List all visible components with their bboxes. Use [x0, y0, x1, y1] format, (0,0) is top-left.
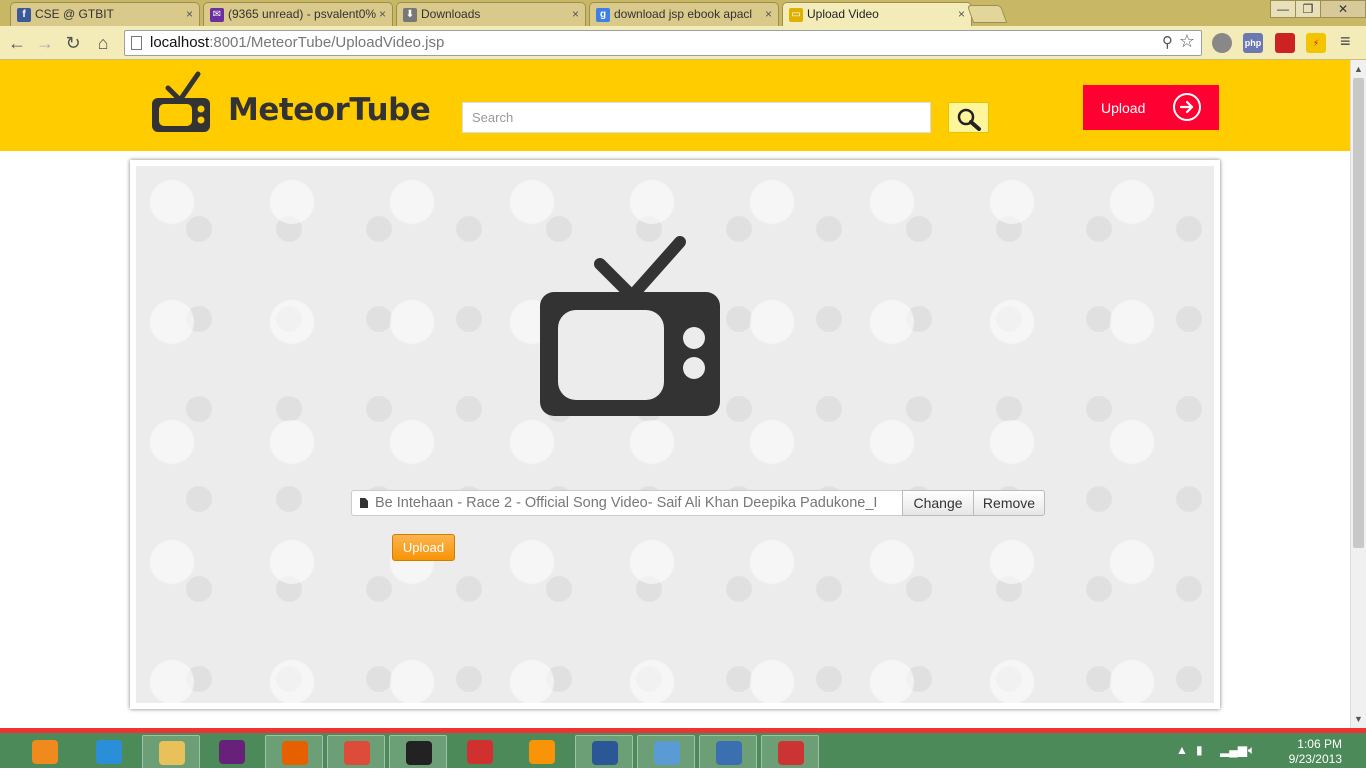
photo-viewer-icon — [654, 741, 680, 765]
php-extension-icon[interactable]: php — [1243, 33, 1263, 53]
forward-icon[interactable]: → — [34, 32, 56, 54]
arrow-right-icon — [1173, 93, 1201, 121]
search-button[interactable] — [948, 102, 989, 133]
browser-tab-title: Upload Video — [807, 7, 879, 21]
selected-file-name: Be Intehaan - Race 2 - Official Song Vid… — [375, 495, 878, 511]
browser-tab-title: download jsp ebook apacl — [614, 7, 753, 21]
change-file-button[interactable]: Change — [902, 490, 974, 516]
maximize-button[interactable]: ❐ — [1295, 0, 1321, 18]
taskbar-app-visual-studio[interactable] — [203, 735, 261, 769]
page-icon — [131, 36, 142, 50]
volume-icon[interactable]: 🔈︎ — [1248, 743, 1255, 758]
browser-tab[interactable]: ✉ (9365 unread) - psvalent0% × — [203, 2, 393, 26]
flash-extension-icon[interactable]: ⚡ — [1306, 33, 1326, 53]
url-text: localhost:8001/MeteorTube/UploadVideo.js… — [150, 34, 445, 51]
virtualbox-icon — [716, 741, 742, 765]
system-tray: ▲ ▮ ▂▄▆ 🔈︎ 1:06 PM 9/23/2013 — [1176, 733, 1366, 768]
upload-panel: Be Intehaan - Race 2 - Official Song Vid… — [130, 160, 1220, 709]
header-upload-button[interactable]: Upload — [1083, 85, 1219, 130]
site-header: MeteorTube Upload — [0, 60, 1350, 151]
taskbar-app-app-grid[interactable] — [451, 735, 509, 769]
search-icon — [957, 108, 981, 131]
word-icon — [592, 741, 618, 765]
scrollbar-thumb[interactable] — [1353, 78, 1364, 548]
clock-date[interactable]: 9/23/2013 — [1289, 752, 1342, 766]
back-icon[interactable]: ← — [6, 32, 28, 54]
xampp-icon — [529, 740, 555, 764]
taskbar-app-chrome[interactable] — [327, 735, 385, 769]
browser-tab-title: Downloads — [421, 7, 481, 21]
taskbar-app-word[interactable] — [575, 735, 633, 769]
scroll-up-icon[interactable]: ▲ — [1354, 64, 1363, 74]
tv-logo-icon[interactable] — [150, 70, 212, 134]
taskbar-app-snipping-tool[interactable] — [761, 735, 819, 769]
taskbar-app-photo-viewer[interactable] — [637, 735, 695, 769]
browser-tab-strip: f CSE @ GTBIT × ✉ (9365 unread) - psvalent0%… — [0, 0, 1366, 26]
chrome-icon — [344, 741, 370, 765]
taskbar-app-file-explorer[interactable] — [142, 735, 200, 769]
browser-tab[interactable]: ⬇ Downloads × — [396, 2, 586, 26]
close-tab-icon[interactable]: × — [186, 3, 193, 25]
internet-explorer-icon — [96, 740, 122, 764]
page-scrollbar[interactable]: ▲ ▼ — [1350, 60, 1366, 728]
browser-toolbar: ← → ↻ ⌂ localhost:8001/MeteorTube/Upload… — [0, 26, 1366, 60]
close-tab-icon[interactable]: × — [958, 3, 965, 25]
minimize-button[interactable]: — — [1270, 0, 1296, 18]
upload-submit-button[interactable]: Upload — [392, 534, 455, 561]
close-tab-icon[interactable]: × — [572, 3, 579, 25]
taskbar-app-mysql-console[interactable] — [389, 735, 447, 769]
browser-tab[interactable]: ▭ Upload Video × — [782, 2, 972, 26]
close-tab-icon[interactable]: × — [765, 3, 772, 25]
new-tab-button[interactable] — [966, 5, 1008, 23]
facebook-icon: f — [17, 8, 31, 22]
page-viewport: MeteorTube Upload — [0, 60, 1350, 728]
taskbar-app-internet-explorer[interactable] — [80, 735, 138, 769]
browser-tab[interactable]: f CSE @ GTBIT × — [10, 2, 200, 26]
close-tab-icon[interactable]: × — [379, 3, 386, 25]
taskbar-app-media-player[interactable] — [16, 735, 74, 769]
scroll-down-icon[interactable]: ▼ — [1354, 714, 1363, 724]
media-player-icon — [32, 740, 58, 764]
extension-circle-icon[interactable] — [1212, 33, 1232, 53]
browser-tab-title: CSE @ GTBIT — [35, 7, 114, 21]
upload-panel-background: Be Intehaan - Race 2 - Official Song Vid… — [136, 166, 1214, 703]
remove-file-button[interactable]: Remove — [973, 490, 1045, 516]
television-icon — [540, 236, 720, 416]
tv-icon: ▭ — [789, 8, 803, 22]
app-grid-icon — [467, 740, 493, 764]
taskbar-app-xampp[interactable] — [513, 735, 571, 769]
visual-studio-icon — [219, 740, 245, 764]
browser-tab-title: (9365 unread) - psvalent0% — [228, 7, 377, 21]
file-input-group: Be Intehaan - Race 2 - Official Song Vid… — [351, 490, 1045, 516]
browser-tab[interactable]: g download jsp ebook apacl × — [589, 2, 779, 26]
bookmark-star-icon[interactable]: ☆ — [1179, 31, 1195, 52]
zoom-icon[interactable]: ⚲ — [1162, 33, 1173, 51]
taskbar-app-firefox[interactable] — [265, 735, 323, 769]
google-icon: g — [596, 8, 610, 22]
yahoo-mail-icon: ✉ — [210, 8, 224, 22]
snipping-tool-icon — [778, 741, 804, 765]
home-icon[interactable]: ⌂ — [92, 32, 114, 54]
tray-expand-icon[interactable]: ▲ — [1176, 743, 1188, 757]
address-bar[interactable]: localhost:8001/MeteorTube/UploadVideo.js… — [124, 30, 1202, 56]
chrome-menu-icon[interactable]: ≡ — [1340, 31, 1351, 52]
search-input[interactable] — [462, 102, 931, 133]
taskbar-app-virtualbox[interactable] — [699, 735, 757, 769]
firefox-icon — [282, 741, 308, 765]
file-explorer-icon — [159, 741, 185, 765]
file-icon — [360, 498, 368, 508]
mysql-console-icon — [406, 741, 432, 765]
header-upload-label: Upload — [1101, 100, 1146, 116]
clock-time[interactable]: 1:06 PM — [1297, 737, 1342, 751]
download-icon: ⬇ — [403, 8, 417, 22]
windows-taskbar: ▲ ▮ ▂▄▆ 🔈︎ 1:06 PM 9/23/2013 — [0, 728, 1366, 769]
battery-icon[interactable]: ▮ — [1196, 743, 1203, 757]
bookmark-extension-icon[interactable] — [1275, 33, 1295, 53]
reload-icon[interactable]: ↻ — [62, 32, 84, 54]
brand-name[interactable]: MeteorTube — [228, 92, 431, 128]
close-window-button[interactable]: ✕ — [1320, 0, 1366, 18]
selected-file-field[interactable]: Be Intehaan - Race 2 - Official Song Vid… — [351, 490, 903, 516]
network-icon[interactable]: ▂▄▆ — [1220, 743, 1247, 757]
